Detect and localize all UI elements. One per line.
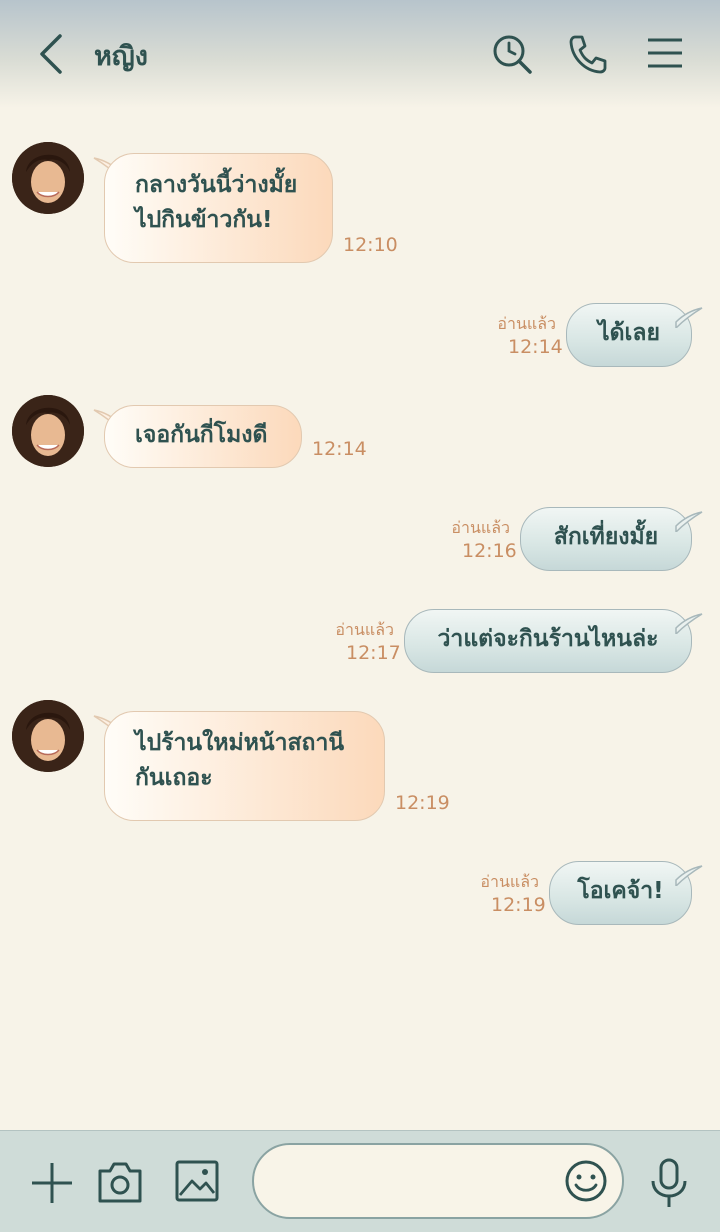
search-history-icon[interactable] — [490, 32, 534, 76]
message-time: 12:10 — [343, 234, 398, 256]
message-time: 12:19 — [395, 792, 450, 814]
plus-icon[interactable] — [28, 1159, 76, 1207]
read-receipt: อ่านแล้ว — [335, 620, 394, 639]
menu-icon[interactable] — [644, 32, 688, 76]
message-input-bar — [0, 1130, 720, 1232]
incoming-message-bubble[interactable]: กลางวันนี้ว่างมั้ย ไปกินข้าวกัน! — [104, 153, 333, 263]
incoming-message-bubble[interactable]: เจอกันกี่โมงดี — [104, 405, 302, 468]
avatar-image — [12, 395, 84, 467]
mic-icon[interactable] — [648, 1157, 690, 1209]
bubble-tail — [675, 865, 703, 886]
incoming-message-bubble[interactable]: ไปร้านใหม่หน้าสถานี กันเถอะ — [104, 711, 385, 821]
image-icon[interactable] — [174, 1159, 220, 1203]
contact-avatar[interactable] — [12, 142, 84, 214]
avatar-image — [12, 142, 84, 214]
outgoing-message-bubble[interactable]: สักเที่ยงมั้ย — [520, 507, 692, 571]
message-time: 12:14 — [312, 438, 367, 460]
phone-icon[interactable] — [566, 32, 610, 76]
bubble-tail — [675, 307, 703, 328]
chat-header: หญิง — [0, 0, 720, 108]
read-receipt: อ่านแล้ว — [451, 518, 510, 537]
bubble-tail — [675, 613, 703, 634]
message-time: 12:16 — [462, 540, 517, 562]
message-time: 12:17 — [346, 642, 401, 664]
avatar-image — [12, 700, 84, 772]
outgoing-message-bubble[interactable]: ว่าแต่จะกินร้านไหนล่ะ — [404, 609, 692, 673]
message-input-box[interactable] — [252, 1143, 624, 1219]
message-time: 12:14 — [508, 336, 563, 358]
read-receipt: อ่านแล้ว — [497, 314, 556, 333]
emoji-icon[interactable] — [564, 1159, 608, 1203]
camera-icon[interactable] — [96, 1159, 144, 1205]
read-receipt: อ่านแล้ว — [480, 872, 539, 891]
outgoing-message-bubble[interactable]: โอเคจ้า! — [549, 861, 692, 925]
message-time: 12:19 — [491, 894, 546, 916]
chat-title: หญิง — [94, 41, 148, 72]
contact-avatar[interactable] — [12, 395, 84, 467]
message-input[interactable] — [276, 1163, 556, 1201]
contact-avatar[interactable] — [12, 700, 84, 772]
back-icon[interactable] — [30, 30, 74, 78]
bubble-tail — [675, 511, 703, 532]
